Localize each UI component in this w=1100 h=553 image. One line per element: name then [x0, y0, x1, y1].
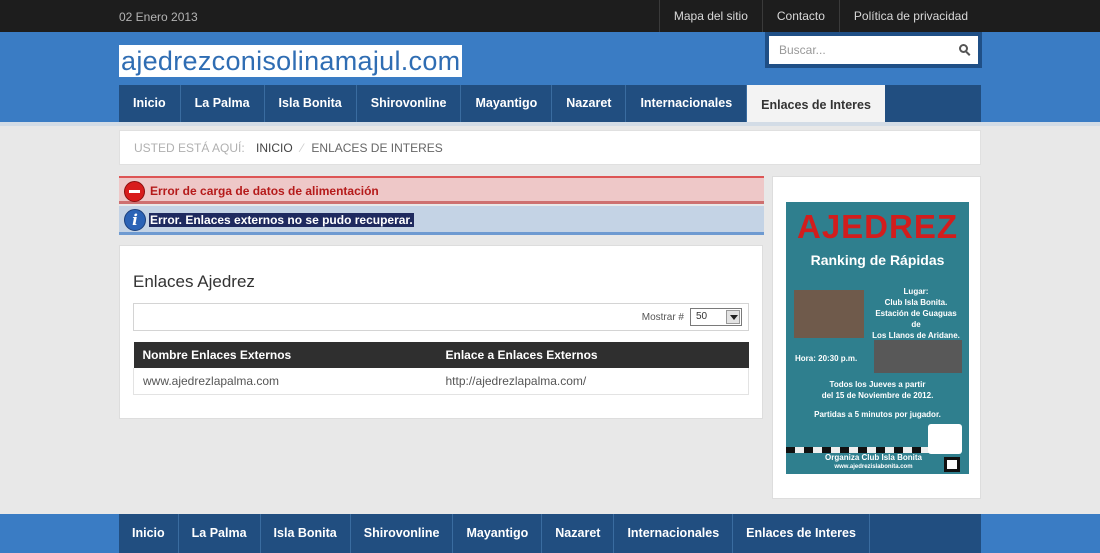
footer-nav-enlaces-de-interes[interactable]: Enlaces de Interes — [733, 514, 870, 553]
poster-game-format: Partidas a 5 minutos por jugador. — [814, 410, 941, 419]
chess-ranking-poster[interactable]: AJEDREZ Ranking de Rápidas Lugar: Club I… — [786, 202, 969, 474]
info-message: Error. Enlaces externos no se pudo recup… — [149, 213, 414, 227]
column-header-name: Nombre Enlaces Externos — [133, 342, 437, 368]
footer-nav: Inicio La Palma Isla Bonita Shirovonline… — [119, 514, 981, 553]
poster-subtitle: Ranking de Rápidas — [810, 252, 945, 268]
page-title: Enlaces Ajedrez — [133, 272, 255, 291]
nav-item-internacionales[interactable]: Internacionales — [626, 85, 748, 122]
poster-time: Hora: 20:30 p.m. — [795, 354, 858, 363]
link-url-cell[interactable]: http://ajedrezlapalma.com/ — [436, 368, 749, 395]
poster-schedule: Todos los Jueves a partir del 15 de Novi… — [821, 380, 934, 400]
error-message: Error de carga de datos de alimentación — [150, 184, 379, 198]
error-icon — [124, 181, 145, 202]
info-icon: i — [124, 209, 146, 231]
nav-item-mayantigo[interactable]: Mayantigo — [461, 85, 553, 122]
breadcrumb: Usted está aquí: Inicio ⁄ Enlaces de Int… — [119, 130, 981, 165]
info-alert: i Error. Enlaces externos no se pudo rec… — [119, 206, 764, 235]
footer-nav-isla-bonita[interactable]: Isla Bonita — [261, 514, 351, 553]
site-title[interactable]: ajedrezconisolinamajul.com — [119, 45, 463, 77]
sidebar: AJEDREZ Ranking de Rápidas Lugar: Club I… — [772, 176, 981, 499]
breadcrumb-current: Enlaces de Interes — [311, 141, 443, 155]
footer-nav-internacionales[interactable]: Internacionales — [614, 514, 734, 553]
nav-item-isla-bonita[interactable]: Isla Bonita — [265, 85, 357, 122]
site-footer: Inicio La Palma Isla Bonita Shirovonline… — [0, 514, 1100, 553]
top-bar: 02 Enero 2013 Mapa del sitio Contacto Po… — [0, 0, 1100, 32]
column-header-link: Enlace a Enlaces Externos — [436, 342, 749, 368]
breadcrumb-lead: Usted está aquí: — [134, 141, 245, 155]
footer-nav-nazaret[interactable]: Nazaret — [542, 514, 615, 553]
poster-organizer: Organiza Club Isla Bonita www.ajedrezisl… — [825, 453, 922, 470]
privacy-policy-link[interactable]: Política de privacidad — [838, 0, 982, 32]
breadcrumb-home-link[interactable]: Inicio — [256, 141, 293, 155]
table-header-row: Nombre Enlaces Externos Enlace a Enlaces… — [133, 342, 749, 368]
external-links-table: Nombre Enlaces Externos Enlace a Enlaces… — [133, 342, 749, 395]
display-count-label: Mostrar # — [641, 312, 684, 323]
footer-nav-shirovonline[interactable]: Shirovonline — [351, 514, 454, 553]
header-divider — [0, 122, 1100, 126]
breadcrumb-separator: ⁄ — [301, 141, 304, 155]
site-header: ajedrezconisolinamajul.com Inicio La Pal… — [0, 32, 1100, 122]
qr-code-icon — [944, 457, 960, 472]
link-name-cell[interactable]: www.ajedrezlapalma.com — [133, 368, 437, 395]
links-panel: Enlaces Ajedrez Mostrar # 50 Nombre Enla… — [119, 245, 763, 419]
nav-item-inicio[interactable]: Inicio — [119, 85, 181, 122]
footer-nav-mayantigo[interactable]: Mayantigo — [453, 514, 543, 553]
club-logo-icon — [928, 424, 962, 454]
nav-item-nazaret[interactable]: Nazaret — [552, 85, 627, 122]
display-count-select[interactable]: 50 — [690, 308, 742, 326]
error-alert: Error de carga de datos de alimentación — [119, 176, 764, 204]
footer-nav-la-palma[interactable]: La Palma — [179, 514, 261, 553]
top-links: Mapa del sitio Contacto Política de priv… — [658, 0, 982, 32]
search-input[interactable] — [769, 36, 978, 64]
poster-location: Lugar: Club Isla Bonita. Estación de Gua… — [872, 287, 960, 340]
sitemap-link[interactable]: Mapa del sitio — [658, 0, 762, 32]
poster-photo-players — [794, 290, 864, 338]
table-filter-bar: Mostrar # 50 — [133, 303, 749, 331]
table-row: www.ajedrezlapalma.com http://ajedrezlap… — [133, 368, 749, 395]
nav-item-la-palma[interactable]: La Palma — [181, 85, 265, 122]
current-date: 02 Enero 2013 — [119, 10, 198, 24]
poster-photo-chessboard — [874, 340, 962, 373]
poster-title: AJEDREZ — [796, 208, 959, 245]
chevron-down-icon[interactable] — [726, 310, 740, 324]
contact-link[interactable]: Contacto — [761, 0, 839, 32]
display-count-value: 50 — [696, 311, 708, 322]
nav-item-shirovonline[interactable]: Shirovonline — [357, 85, 462, 122]
search-box — [765, 32, 982, 68]
footer-nav-inicio[interactable]: Inicio — [119, 514, 179, 553]
nav-item-enlaces-de-interes[interactable]: Enlaces de Interes — [747, 85, 885, 122]
main-nav: Inicio La Palma Isla Bonita Shirovonline… — [119, 85, 981, 122]
search-icon[interactable] — [959, 44, 968, 53]
